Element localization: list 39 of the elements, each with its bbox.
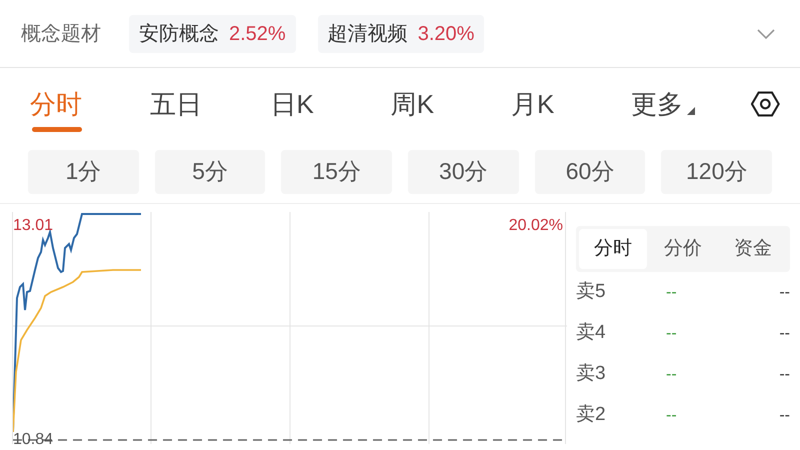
tag-name: 超清视频 <box>328 22 408 46</box>
settings-icon[interactable] <box>751 90 780 118</box>
interval-button[interactable]: 120分 <box>661 150 772 194</box>
section-label: 概念题材 <box>21 22 101 46</box>
order-level: 卖4 <box>576 321 607 346</box>
caret-icon <box>687 107 696 115</box>
tag-change: 2.52% <box>229 22 286 46</box>
concept-tag[interactable]: 安防概念 2.52% <box>129 14 296 52</box>
interval-button[interactable]: 5分 <box>154 150 266 194</box>
concept-tag[interactable]: 超清视频 3.20% <box>318 14 484 52</box>
order-volume: -- <box>778 406 790 426</box>
period-tab[interactable]: 月K <box>510 84 632 124</box>
period-tab[interactable]: 日K <box>270 84 391 124</box>
order-price: -- <box>666 324 678 344</box>
tag-name: 安防概念 <box>139 22 219 46</box>
tab-underline <box>32 126 82 132</box>
order-price: -- <box>666 282 678 302</box>
chevron-down-icon[interactable] <box>756 28 776 40</box>
interval-button[interactable]: 30分 <box>408 150 519 194</box>
interval-button[interactable]: 60分 <box>534 150 646 194</box>
period-tab[interactable]: 更多 <box>631 84 752 124</box>
tag-change: 3.20% <box>418 22 474 46</box>
order-level: 卖2 <box>576 403 607 428</box>
high-price: 13.01 <box>13 216 54 236</box>
period-tab[interactable]: 五日 <box>150 84 270 124</box>
order-level: 卖5 <box>576 280 607 304</box>
order-volume: -- <box>778 364 790 384</box>
side-tab[interactable]: 分时 <box>579 229 647 269</box>
period-tab[interactable]: 周K <box>390 84 511 124</box>
side-tab[interactable]: 分价 <box>649 229 717 269</box>
order-volume: -- <box>778 282 790 302</box>
interval-button[interactable]: 1分 <box>28 150 139 194</box>
order-price: -- <box>666 406 678 426</box>
high-change: 20.02% <box>508 216 563 236</box>
interval-button[interactable]: 15分 <box>281 150 392 194</box>
order-volume: -- <box>778 324 790 344</box>
order-price: -- <box>666 364 678 384</box>
side-tab[interactable]: 资金 <box>719 229 787 269</box>
order-level: 卖3 <box>576 362 607 386</box>
